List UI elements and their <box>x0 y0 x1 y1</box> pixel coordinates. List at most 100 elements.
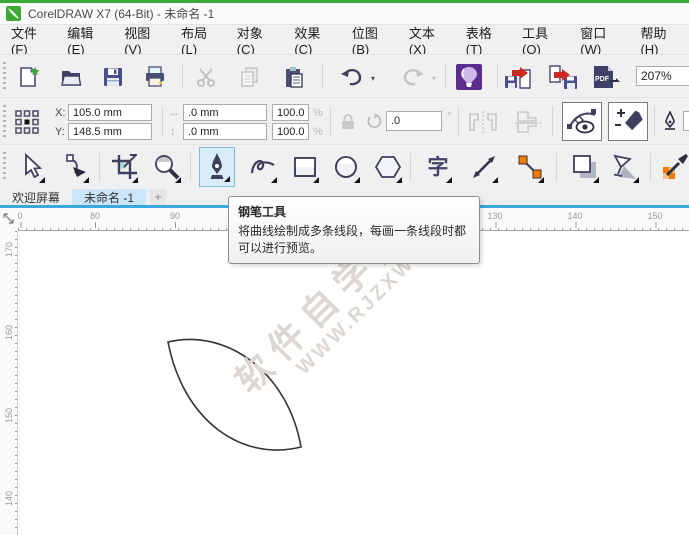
hruler-label: 140 <box>567 211 582 221</box>
paste-button[interactable] <box>280 62 308 92</box>
crop-tool[interactable] <box>106 147 142 187</box>
toolbar-separator <box>497 63 498 89</box>
rotation-angle-field[interactable]: .0 <box>386 111 442 131</box>
preview-eye-icon <box>566 107 598 137</box>
undo-dropdown-caret[interactable]: ▾ <box>368 73 378 83</box>
new-document-icon <box>17 65 41 89</box>
scale-vertical-field[interactable]: 100.0 <box>272 123 309 140</box>
plus-icon: + <box>155 190 162 204</box>
save-floppy-icon <box>101 65 125 89</box>
toolbox-drag-handle[interactable] <box>3 152 6 182</box>
rotation-angle-value: .0 <box>391 115 400 127</box>
ellipse-tool[interactable] <box>328 147 364 187</box>
text-tool[interactable]: 字 <box>420 147 456 187</box>
toolbox-separator <box>650 153 651 181</box>
object-width-field[interactable]: .0 mm <box>183 104 267 121</box>
toolbox-separator <box>556 153 557 181</box>
eyedropper-tool-icon <box>661 153 689 181</box>
hruler-label: 0 <box>17 211 22 221</box>
lock-ratio-icon-disabled <box>338 112 358 132</box>
redo-icon <box>400 65 426 89</box>
connector-tool-icon <box>517 154 543 180</box>
tab-untitled-1-active[interactable]: 未命名 -1 <box>72 189 146 205</box>
percent-sign: % <box>313 126 323 138</box>
cut-button-disabled <box>192 62 220 92</box>
rectangle-tool[interactable] <box>287 147 323 187</box>
property-separator <box>654 106 655 136</box>
dimension-tool-icon <box>471 154 497 180</box>
toolbar-drag-handle[interactable] <box>3 62 6 90</box>
save-button[interactable] <box>99 62 127 92</box>
application-launcher-button[interactable] <box>453 62 485 92</box>
connector-tool[interactable] <box>512 147 548 187</box>
pick-tool[interactable] <box>13 147 49 187</box>
copy-button-disabled <box>236 62 264 92</box>
zoom-tool[interactable] <box>149 147 185 187</box>
export-button[interactable] <box>547 62 579 92</box>
undo-button[interactable] <box>338 62 366 92</box>
x-position-field[interactable]: 105.0 mm <box>68 104 152 121</box>
y-position-field[interactable]: 148.5 mm <box>68 123 152 140</box>
zoom-level-value: 207% <box>641 69 672 83</box>
toolbar-separator <box>445 63 446 89</box>
tab-welcome-screen[interactable]: 欢迎屏幕 <box>0 189 72 205</box>
pen-tool-icon <box>205 152 229 182</box>
polygon-tool-icon <box>374 154 402 180</box>
freehand-curve-tool[interactable] <box>245 147 281 187</box>
transparency-tool[interactable] <box>607 147 643 187</box>
nib-value-field-partial[interactable] <box>683 111 689 131</box>
object-height-field[interactable]: .0 mm <box>183 123 267 140</box>
toolbar-separator <box>322 63 323 89</box>
menu-bar: 文件(F) 编辑(E) 视图(V) 布局(L) 对象(C) 效果(C) 位图(B… <box>0 25 689 54</box>
hruler-label: 80 <box>90 211 100 221</box>
vruler-label: 170 <box>4 239 14 257</box>
print-button[interactable] <box>141 62 169 92</box>
scale-horizontal-value: 100.0 <box>277 107 305 119</box>
coreldraw-window: CorelDRAW X7 (64-Bit) - 未命名 -1 文件(F) 编辑(… <box>0 0 689 535</box>
launcher-balloon-icon <box>455 63 483 91</box>
scale-vertical-value: 100.0 <box>277 126 305 138</box>
color-eyedropper-tool[interactable] <box>658 147 689 187</box>
pdf-icon-label: PDF <box>595 76 609 83</box>
shape-tool-icon <box>62 153 88 181</box>
redo-dropdown-caret: ▾ <box>429 73 439 83</box>
x-position-label: X: <box>55 107 65 119</box>
new-document-button[interactable] <box>15 62 43 92</box>
property-separator <box>458 106 459 136</box>
zoom-level-combobox[interactable]: 207% <box>636 66 689 86</box>
property-bar-drag-handle[interactable] <box>3 105 6 137</box>
open-button[interactable] <box>57 62 85 92</box>
dimension-tool[interactable] <box>466 147 502 187</box>
auto-add-delete-toggle[interactable] <box>608 102 648 141</box>
transparency-tool-icon <box>611 153 639 181</box>
object-width-value: .0 mm <box>188 107 219 119</box>
nib-settings-icon <box>662 111 678 131</box>
publish-pdf-button[interactable]: PDF <box>588 62 624 92</box>
zoom-tool-icon <box>153 153 181 181</box>
import-button[interactable] <box>503 62 535 92</box>
toolbox-separator <box>410 153 411 181</box>
rectangle-tool-icon <box>292 154 318 180</box>
pen-plus-minus-icon <box>613 107 643 137</box>
property-separator <box>330 106 331 136</box>
polygon-tool[interactable] <box>370 147 406 187</box>
freehand-curve-icon <box>249 155 277 179</box>
object-origin-selector-icon[interactable] <box>14 109 40 135</box>
scale-horizontal-field[interactable]: 100.0 <box>272 104 309 121</box>
ruler-origin-icon <box>2 212 16 226</box>
ellipse-tool-icon <box>333 154 359 180</box>
vertical-ruler[interactable]: 170 160 150 140 <box>0 231 18 535</box>
mirror-horizontal-icon-disabled <box>468 110 498 134</box>
shape-tool[interactable] <box>57 147 93 187</box>
ruler-origin-corner[interactable] <box>0 208 18 231</box>
drop-shadow-tool[interactable] <box>567 147 603 187</box>
new-document-tab-button[interactable]: + <box>150 189 166 205</box>
drawing-canvas[interactable] <box>18 231 689 535</box>
open-folder-icon <box>59 65 83 89</box>
hruler-label: 130 <box>487 211 502 221</box>
property-separator <box>552 106 553 136</box>
y-position-value: 148.5 mm <box>73 126 122 138</box>
preview-mode-toggle[interactable] <box>562 102 602 141</box>
pen-tool-selected[interactable] <box>199 147 235 187</box>
pen-tool-tooltip: 钢笔工具 将曲线绘制成多条线段，每画一条线段时都可以进行预览。 <box>228 196 480 264</box>
